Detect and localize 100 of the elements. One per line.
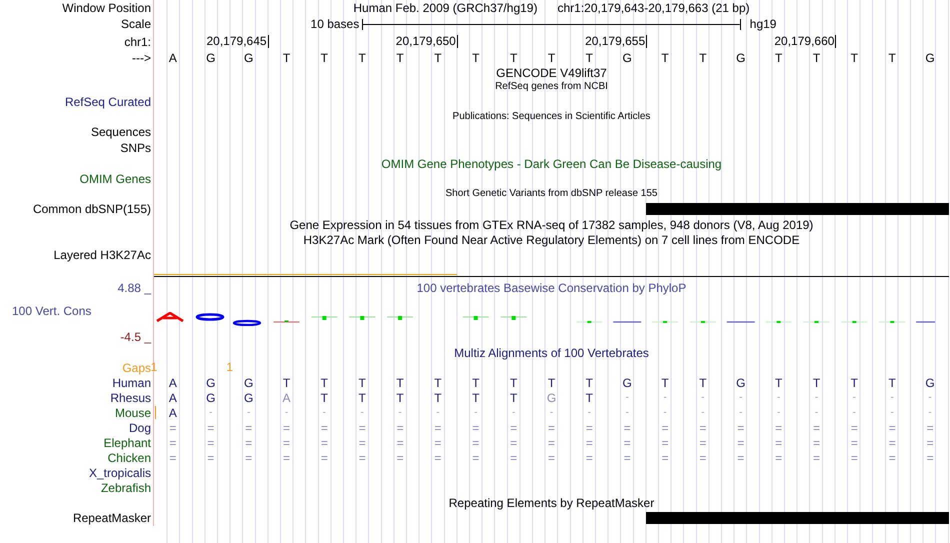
coordinate-tick: 20,179,655: [585, 35, 648, 48]
alignment-base: -: [776, 390, 780, 404]
assembly-title: Human Feb. 2009 (GRCh37/hg19): [353, 0, 538, 14]
alignment-base: =: [775, 436, 782, 450]
alignment-base: T: [396, 390, 404, 404]
alignment-base: A: [168, 390, 177, 404]
alignment-base: =: [775, 420, 782, 434]
axis-max-label: 4.88 _: [118, 280, 151, 294]
alignment-base: =: [320, 450, 328, 464]
base-letter: G: [622, 50, 632, 64]
track-title: Repeating Elements by RepeatMasker: [448, 496, 654, 510]
alignment-base: T: [396, 376, 404, 390]
alignment-base: =: [812, 420, 820, 434]
alignment-base: G: [925, 376, 935, 390]
alignment-base: =: [624, 420, 631, 434]
track-label[interactable]: Layered H3K27Ac: [54, 248, 151, 262]
alignment-base: T: [812, 376, 820, 390]
species-label[interactable]: Chicken: [108, 450, 151, 464]
alignment-base: -: [512, 406, 516, 420]
track-label[interactable]: Common dbSNP(155): [32, 202, 151, 216]
species-label[interactable]: Elephant: [104, 436, 151, 450]
feature-bar[interactable]: [646, 203, 949, 215]
alignment-base: =: [888, 436, 896, 450]
alignment-base: =: [434, 450, 442, 464]
alignment-base: T: [850, 376, 858, 390]
alignment-base: =: [282, 420, 290, 434]
alignment-base: -: [398, 406, 402, 420]
species-label[interactable]: Mouse: [114, 406, 151, 420]
coordinate-tick: 20,179,645: [206, 35, 269, 48]
alignment-base: T: [472, 376, 480, 390]
coordinate-tick: 20,179,650: [396, 35, 458, 48]
alignment-base: =: [358, 420, 366, 434]
alignment-base: -: [928, 390, 932, 404]
base-letter: G: [925, 50, 935, 64]
track-label[interactable]: RepeatMasker: [72, 511, 151, 525]
alignment-base: A: [282, 390, 290, 404]
alignment-base: =: [586, 436, 593, 450]
alignment-base: -: [890, 390, 894, 404]
alignment-base: =: [396, 450, 404, 464]
alignment-base: =: [396, 420, 404, 434]
alignment-base: -: [814, 390, 818, 404]
track-title: OMIM Gene Phenotypes - Dark Green Can Be Disease-causing: [381, 156, 722, 170]
base-letter: T: [699, 50, 707, 64]
assembly-label: hg19: [748, 17, 778, 31]
alignment-base: -: [928, 406, 932, 420]
alignment-base: =: [510, 420, 518, 434]
base-letter: T: [774, 50, 782, 64]
track-title: RefSeq genes from NCBI: [495, 81, 608, 93]
species-label[interactable]: X_tropicalis: [88, 466, 151, 480]
base-letter: T: [548, 50, 556, 64]
alignment-base: -: [701, 390, 705, 404]
alignment-base: =: [586, 420, 593, 434]
alignment-base: -: [322, 406, 326, 420]
alignment-base: G: [206, 376, 216, 390]
alignment-base: T: [472, 390, 480, 404]
alignment-base: =: [207, 420, 214, 434]
position-range: chr1:20,179,643-20,179,663 (21 bp): [557, 0, 750, 14]
base-letter: T: [850, 50, 858, 64]
species-label[interactable]: Zebrafish: [100, 480, 151, 494]
track-title: 100 vertebrates Basewise Conservation by PhyloP: [416, 280, 686, 294]
alignment-base: =: [926, 436, 934, 450]
base-letter: A: [168, 50, 177, 64]
alignment-base: =: [586, 450, 593, 464]
alignment-base: =: [358, 436, 366, 450]
base-letter: T: [586, 50, 594, 64]
feature-bar[interactable]: [646, 512, 949, 524]
alignment-base: A: [168, 376, 177, 390]
alignment-base: -: [436, 406, 440, 420]
alignment-base: G: [622, 376, 632, 390]
alignment-base: -: [890, 406, 894, 420]
base-letter: T: [888, 50, 896, 64]
axis-min-label: -4.5 _: [120, 330, 151, 344]
base-letter: T: [320, 50, 328, 64]
track-label[interactable]: SNPs: [120, 141, 151, 155]
alignment-base: =: [812, 450, 820, 464]
alignment-base: T: [320, 390, 328, 404]
alignment-base: =: [169, 420, 176, 434]
track-label[interactable]: OMIM Genes: [80, 172, 151, 186]
alignment-base: =: [624, 450, 631, 464]
gap-count: 1: [226, 360, 234, 375]
alignment-base: =: [207, 436, 214, 450]
base-letter: T: [282, 50, 290, 64]
row-label: Scale: [120, 17, 151, 31]
alignment-base: T: [510, 390, 518, 404]
species-label[interactable]: Rhesus: [110, 390, 151, 404]
alignment-base: T: [320, 376, 328, 390]
coordinate-tick: 20,179,660: [774, 35, 836, 48]
track-label[interactable]: Sequences: [90, 125, 151, 139]
alignment-base: =: [662, 450, 669, 464]
track-label[interactable]: RefSeq Curated: [64, 95, 151, 109]
alignment-base: A: [168, 406, 177, 420]
base-letter: T: [812, 50, 820, 64]
species-label[interactable]: Human: [112, 376, 151, 390]
alignment-base: =: [548, 420, 555, 434]
species-label[interactable]: Dog: [128, 420, 151, 434]
gap-count: 1: [150, 360, 158, 375]
track-label[interactable]: 100 Vert. Cons: [12, 304, 92, 318]
alignment-base: =: [245, 450, 252, 464]
alignment-base: -: [852, 390, 856, 404]
alignment-base: G: [546, 390, 556, 404]
